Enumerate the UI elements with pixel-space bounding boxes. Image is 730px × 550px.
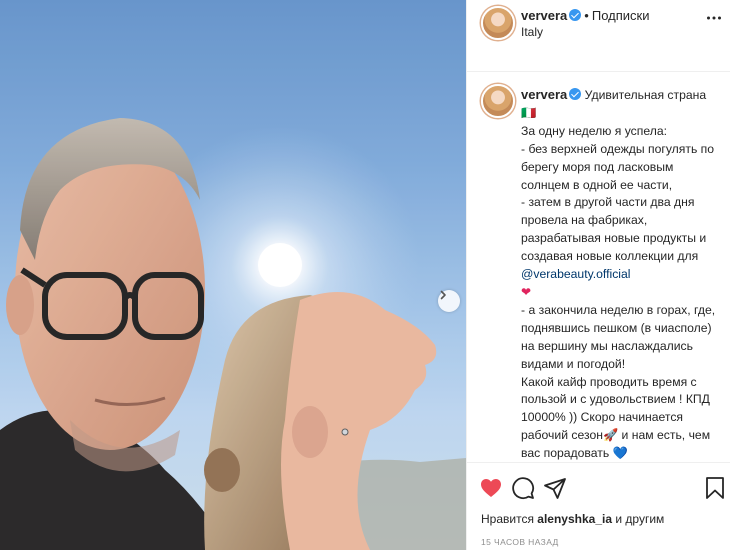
selfie-image [0, 0, 466, 550]
header-line: ververa • Подписки [521, 8, 649, 23]
verified-badge-icon [569, 88, 582, 100]
action-bar [467, 462, 730, 510]
verified-badge-icon [569, 9, 582, 21]
paper-plane-icon[interactable] [543, 476, 567, 500]
mention-link[interactable]: @verabeauty.official [521, 267, 630, 281]
username-link[interactable]: ververa [521, 8, 567, 23]
caption-body-1: За одну неделю я успела: - без верхней о… [521, 123, 715, 264]
post-side-panel: ververa • Подписки Italy ververa Удивитель… [466, 0, 730, 550]
caption-body-2: - а закончила неделю в горах, где, подня… [521, 302, 716, 460]
ellipsis-icon[interactable] [706, 10, 722, 26]
location-link[interactable]: Italy [521, 25, 543, 39]
heart-emoji: ❤ [521, 284, 532, 299]
likes-line: Нравится alenyshka_ia и другим [481, 512, 664, 526]
likes-prefix: Нравится [481, 512, 534, 526]
post-photo[interactable] [0, 0, 466, 550]
following-button[interactable]: Подписки [592, 8, 650, 23]
carousel-next-button[interactable] [438, 290, 460, 312]
post-timestamp[interactable]: 15 ЧАСОВ НАЗАД [481, 537, 559, 547]
avatar[interactable] [481, 6, 515, 40]
chevron-right-icon [440, 290, 446, 300]
caption-username-link[interactable]: ververa [521, 87, 567, 102]
liker-username-link[interactable]: alenyshka_ia [537, 512, 612, 526]
comment-icon[interactable] [511, 476, 535, 500]
heart-filled-icon[interactable] [479, 476, 503, 500]
caption-text: ververa Удивительная страна 🇮🇹 За одну н… [521, 86, 721, 460]
post-header: ververa • Подписки Italy [467, 0, 730, 72]
bookmark-icon[interactable] [703, 476, 727, 500]
caption-area: ververa Удивительная страна 🇮🇹 За одну н… [467, 73, 730, 460]
likes-suffix[interactable]: и другим [615, 512, 664, 526]
separator-dot: • [584, 8, 589, 23]
avatar[interactable] [481, 84, 515, 118]
